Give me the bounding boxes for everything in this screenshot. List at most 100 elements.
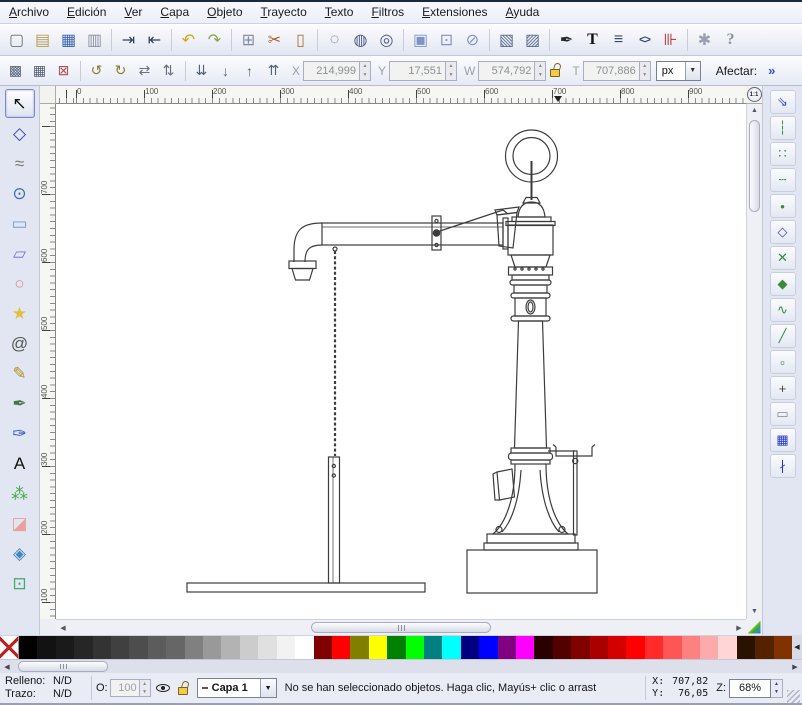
export-button[interactable]: ⇤ [142,27,167,52]
color-swatch[interactable] [277,636,295,659]
layer-selector[interactable]: Capa 1 ▼ [197,678,277,698]
tool-node-editor[interactable]: ◇ [5,119,35,148]
tool-rectangle[interactable]: ▭ [5,209,35,238]
vertical-scrollbar[interactable]: ▲ ▼ [746,104,762,619]
align-dialog-button[interactable]: ⊪ [658,27,683,52]
tool-spiral[interactable]: @ [5,329,35,358]
rotate-ccw-button[interactable]: ↺ [85,59,108,82]
x-spinner[interactable]: ▲▼ [359,61,371,81]
flip-vertical-button[interactable]: ⇅ [157,59,180,82]
x-field[interactable]: 214,999 ▲▼ [303,61,371,81]
color-swatch[interactable] [37,636,55,659]
save-document-button[interactable]: ▦ [56,27,81,52]
color-swatch[interactable] [442,636,460,659]
tool-star[interactable]: ★ [5,299,35,328]
cut-button[interactable]: ✂ [262,27,287,52]
snap-bbox-edges-button[interactable]: ┆ [770,116,796,140]
color-management-icon[interactable] [748,621,761,634]
menu-edicion[interactable]: Edición [58,2,115,23]
menu-ver[interactable]: Ver [115,2,151,23]
color-swatch[interactable] [498,636,516,659]
layers-dialog-button[interactable]: ≡ [606,27,631,52]
color-swatch[interactable] [682,636,700,659]
scroll-right-icon[interactable]: ▶ [732,624,746,632]
color-swatch[interactable] [700,636,718,659]
menu-ayuda[interactable]: Ayuda [497,2,549,23]
vertical-ruler[interactable]: 7006005004003002001000 [40,104,56,619]
tool-selector[interactable]: ↖ [5,89,35,118]
deselect-button[interactable]: ⊠ [52,59,75,82]
color-swatch[interactable] [774,636,792,659]
color-swatch[interactable] [461,636,479,659]
chevron-down-icon[interactable]: ▼ [260,679,276,697]
menu-texto[interactable]: Texto [316,2,363,23]
tool-eraser[interactable]: ◪ [5,509,35,538]
color-swatch[interactable] [755,636,773,659]
help-button[interactable]: ? [718,27,743,52]
open-document-button[interactable]: ▤ [30,27,55,52]
ungroup-button[interactable]: ▨ [520,27,545,52]
color-swatch[interactable] [645,636,663,659]
tool-paint-bucket[interactable]: ◈ [5,539,35,568]
color-swatch[interactable] [553,636,571,659]
y-spinner[interactable]: ▲▼ [445,61,457,81]
color-swatch[interactable] [718,636,736,659]
clone-button[interactable]: ⊡ [434,27,459,52]
zoom-drawing-button[interactable]: ◍ [348,27,373,52]
fill-stroke-indicator[interactable]: Relleno: N/D Trazo: N/D [2,675,87,701]
xml-editor-button[interactable]: <> [632,27,657,52]
tool-pen[interactable]: ✒ [5,389,35,418]
color-swatch[interactable] [56,636,74,659]
snap-enable-button[interactable]: ⇘ [770,90,796,114]
color-swatch[interactable] [406,636,424,659]
snap-bbox-corners-button[interactable]: ∷ [770,142,796,166]
new-document-button[interactable]: ▢ [4,27,29,52]
group-button[interactable]: ▧ [494,27,519,52]
paste-button[interactable]: ▯ [288,27,313,52]
color-swatch[interactable] [387,636,405,659]
tool-pencil[interactable]: ✎ [5,359,35,388]
color-swatch[interactable] [93,636,111,659]
raise-button[interactable]: ↑ [238,59,261,82]
color-swatch[interactable] [185,636,203,659]
color-swatch[interactable] [129,636,147,659]
color-swatch[interactable] [534,636,552,659]
text-dialog-button[interactable]: T [580,27,605,52]
snap-guides-button[interactable]: ∤ [770,454,796,478]
palette-scrollbar[interactable]: ◀ ▶ [0,659,802,673]
menu-trayecto[interactable]: Trayecto [252,2,316,23]
color-swatch[interactable] [350,636,368,659]
color-swatch[interactable] [258,636,276,659]
snap-path-intersections-button[interactable]: ✕ [770,246,796,270]
color-swatch[interactable] [571,636,589,659]
width-field[interactable]: 574,792 ▲▼ [478,61,546,81]
layer-lock-icon[interactable] [178,681,190,696]
lower-to-bottom-button[interactable]: ⇊ [190,59,213,82]
color-swatch[interactable] [0,636,19,659]
layer-visibility-icon[interactable] [155,680,171,696]
width-spinner[interactable]: ▲▼ [534,61,546,81]
height-spinner[interactable]: ▲▼ [639,61,651,81]
color-swatch[interactable] [240,636,258,659]
color-swatch[interactable] [148,636,166,659]
tool-spray[interactable]: ⁂ [5,479,35,508]
color-swatch[interactable] [424,636,442,659]
snap-bbox-centers-button[interactable]: • [770,194,796,218]
snap-nodes-button[interactable]: ◇ [770,220,796,244]
y-field[interactable]: 17,551 ▲▼ [389,61,457,81]
color-swatch[interactable] [608,636,626,659]
snap-object-centers-button[interactable]: ▫ [770,350,796,374]
color-swatch[interactable] [295,636,313,659]
horizontal-ruler[interactable]: 0100200300400500600700800900 [56,86,746,104]
color-swatch[interactable] [663,636,681,659]
print-button[interactable]: ▥ [82,27,107,52]
color-swatch[interactable] [516,636,534,659]
chevron-down-icon[interactable]: ▼ [685,62,700,80]
menu-capa[interactable]: Capa [151,2,198,23]
color-swatch[interactable] [111,636,129,659]
menu-extensiones[interactable]: Extensiones [413,2,496,23]
tool-ellipse[interactable]: ○ [5,269,35,298]
snap-page-border-button[interactable]: ▭ [770,402,796,426]
rotate-cw-button[interactable]: ↻ [109,59,132,82]
unlink-clone-button[interactable]: ⊘ [460,27,485,52]
